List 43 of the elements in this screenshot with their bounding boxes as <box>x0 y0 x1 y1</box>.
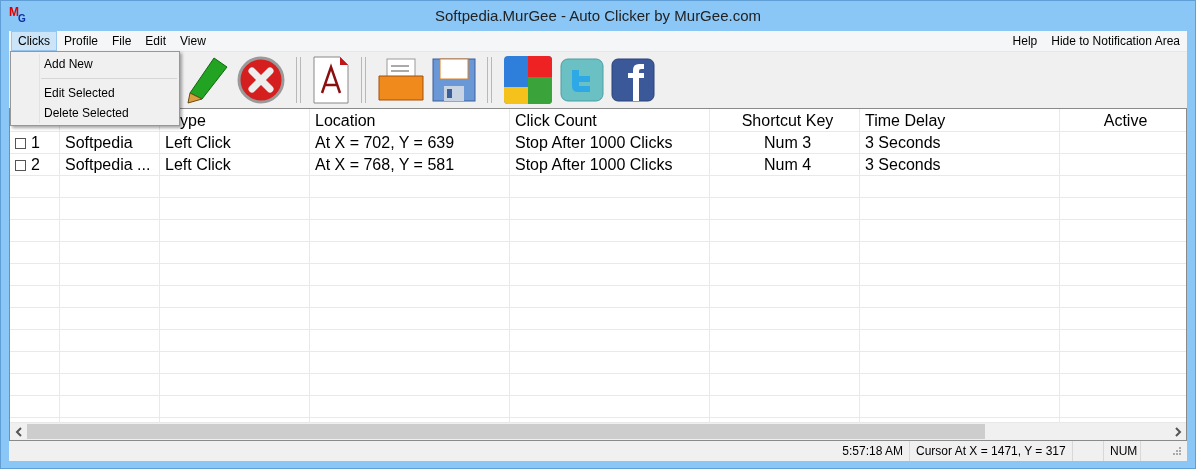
table-cell-text: Num 3 <box>762 133 813 153</box>
folder-icon[interactable] <box>377 56 425 104</box>
row-number: 2 <box>31 156 40 174</box>
table-cell-text: Left Click <box>164 155 232 175</box>
cursor-position: Cursor At X = 1471, Y = 317 <box>916 444 1066 458</box>
table-cell-text: At X = 768, Y = 581 <box>314 155 456 175</box>
menu-item[interactable]: Hide to Notification Area <box>1044 31 1187 51</box>
window-title: Softpedia.MurGee - Auto Clicker by MurGee.com <box>435 7 761 24</box>
social-icon[interactable] <box>611 58 655 102</box>
menu-item[interactable]: Help <box>1005 31 1045 51</box>
column-header[interactable]: Location <box>310 109 510 132</box>
column-header[interactable]: Shortcut Key <box>710 109 860 132</box>
scrollbar-thumb[interactable] <box>27 424 985 439</box>
table-cell-text: Softpedia ... <box>64 155 152 175</box>
table-cell-text: At X = 702, Y = 639 <box>314 133 456 153</box>
column-header[interactable]: Time Delay <box>860 109 1060 132</box>
checkbox[interactable] <box>15 159 26 171</box>
table-cell-text: Stop After 1000 Clicks <box>514 133 674 153</box>
menu-option[interactable]: Add New <box>11 54 179 74</box>
menu-item[interactable]: Profile <box>57 31 105 51</box>
num-lock-indicator: NUM <box>1110 444 1138 458</box>
menu-option[interactable]: Edit Selected <box>11 83 179 103</box>
table-cell-text: 3 Seconds <box>864 155 942 175</box>
menu-item[interactable]: File <box>105 31 139 51</box>
menu-item[interactable]: Edit <box>138 31 174 51</box>
table-cell-text: Num 4 <box>762 155 813 175</box>
menu-item[interactable]: View <box>173 31 213 51</box>
document-icon[interactable] <box>312 55 350 105</box>
table-cell-text: Softpedia <box>64 133 134 153</box>
checkbox[interactable] <box>15 137 26 149</box>
table-cell-text: Stop After 1000 Clicks <box>514 155 674 175</box>
pencil-icon[interactable] <box>184 55 230 105</box>
table-cell-text: Left Click <box>164 133 232 153</box>
colored-tiles-icon[interactable] <box>503 55 553 105</box>
row-number: 1 <box>31 134 40 152</box>
clock-text: 5:57:18 AM <box>842 444 903 458</box>
menu-option[interactable]: Delete Selected <box>11 103 179 123</box>
delete-icon[interactable] <box>237 56 285 104</box>
column-header[interactable]: Click Count <box>510 109 710 132</box>
menu-item[interactable]: Clicks <box>11 31 57 51</box>
column-header[interactable]: Active <box>1060 109 1186 132</box>
table-cell-text: 3 Seconds <box>864 133 942 153</box>
resize-grip-icon[interactable] <box>1173 447 1181 455</box>
